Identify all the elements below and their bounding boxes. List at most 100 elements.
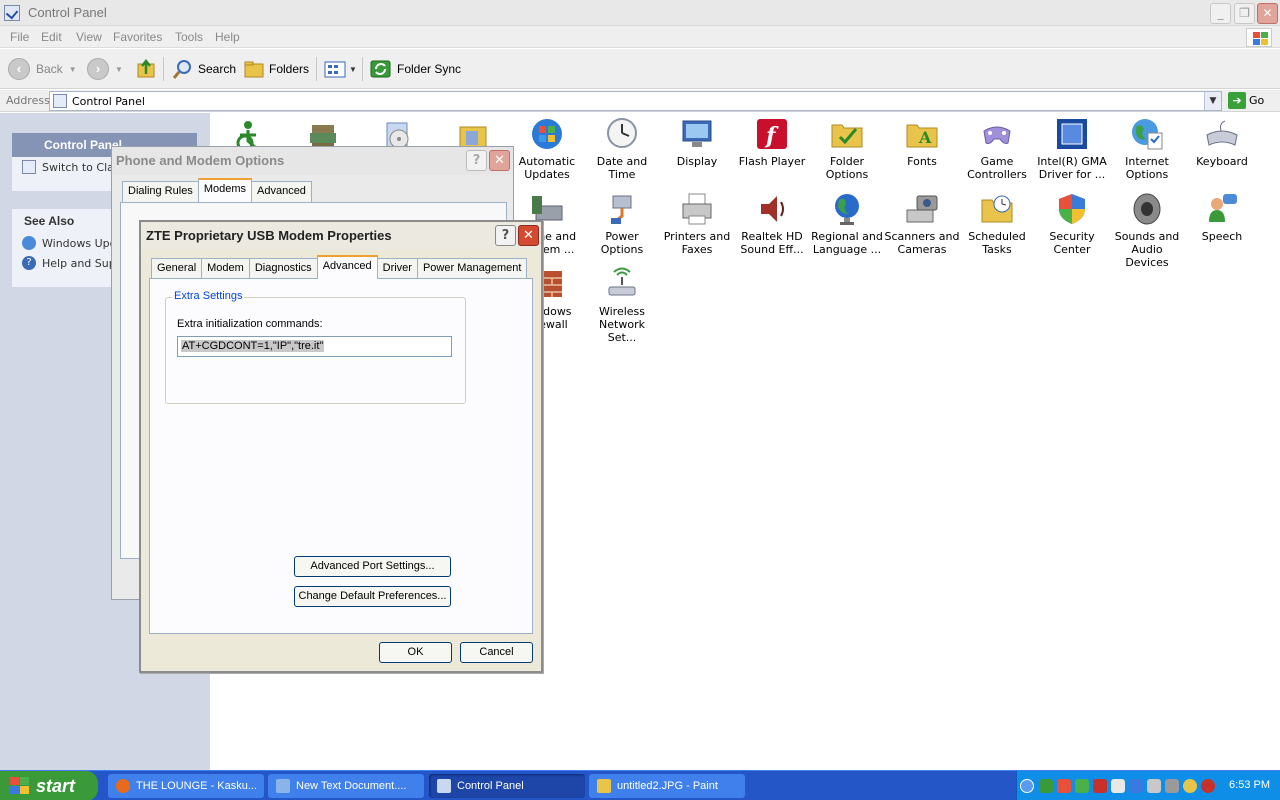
tray-volume-icon[interactable] (1165, 779, 1179, 793)
printers-faxes-label: Printers and Faxes (663, 230, 731, 256)
tray-app-icon[interactable] (1129, 779, 1143, 793)
change-default-preferences-button[interactable]: Change Default Preferences... (294, 586, 451, 607)
tab-driver[interactable]: Driver (376, 258, 418, 279)
cancel-button[interactable]: Cancel (460, 642, 533, 663)
taskbar-item-paint[interactable]: untitled2.JPG - Paint (589, 774, 745, 798)
taskbar-item-notepad[interactable]: New Text Document.... (268, 774, 424, 798)
automatic-updates-item[interactable]: Automatic Updates (509, 117, 585, 181)
tab-general[interactable]: General (151, 258, 203, 279)
internet-options-item[interactable]: Internet Options (1109, 117, 1185, 181)
wireless-network-item[interactable]: Wireless Network Set... (584, 267, 660, 344)
go-button[interactable]: ➔ Go (1228, 92, 1264, 109)
shield-icon (1059, 194, 1085, 224)
phone-dialog-help-button[interactable]: ? (466, 150, 487, 171)
extra-init-label: Extra initialization commands: (177, 318, 323, 330)
fonts-item[interactable]: A Fonts (884, 117, 960, 168)
taskbar-item-control-panel[interactable]: Control Panel (429, 774, 585, 798)
tab-power-management[interactable]: Power Management (416, 258, 528, 279)
tab-advanced[interactable]: Advanced (251, 181, 312, 202)
forward-arrow-icon: › (87, 58, 109, 80)
tray-shield-icon[interactable] (1093, 779, 1107, 793)
menu-file[interactable]: File (10, 30, 29, 44)
folder-options-item[interactable]: Folder Options (809, 117, 885, 181)
menu-favorites[interactable]: Favorites (113, 30, 162, 44)
tray-app-icon[interactable] (1183, 779, 1197, 793)
fonts-folder-icon: A (906, 124, 938, 148)
tray-app-icon[interactable] (1057, 779, 1071, 793)
menu-edit[interactable]: Edit (41, 30, 62, 44)
modem-dialog-titlebar: ZTE Proprietary USB Modem Properties ? ✕ (141, 222, 541, 250)
toolbar-separator (316, 57, 317, 81)
minimize-button[interactable]: _ (1210, 3, 1231, 24)
tray-app-icon[interactable] (1111, 779, 1125, 793)
start-button[interactable]: start (0, 771, 98, 800)
forward-dropdown-icon[interactable]: ▼ (115, 65, 123, 74)
phone-dialog-tabs: Dialing Rules Modems Advanced (122, 178, 312, 203)
tray-expand-icon[interactable] (1020, 779, 1034, 793)
extra-init-value: AT+CGDCONT=1,"IP","tre.it" (181, 340, 325, 352)
folder-sync-icon (370, 60, 391, 78)
modem-dialog-help-button[interactable]: ? (495, 225, 516, 246)
ok-button[interactable]: OK (379, 642, 452, 663)
sounds-audio-item[interactable]: Sounds and Audio Devices (1109, 192, 1185, 269)
menu-tools[interactable]: Tools (175, 30, 203, 44)
phone-dialog-close-button[interactable]: ✕ (489, 150, 510, 171)
tray-network-icon[interactable] (1039, 779, 1053, 793)
globe-icon (835, 194, 859, 225)
modem-dialog-tabs: General Modem Diagnostics Advanced Drive… (151, 255, 528, 280)
tray-app-icon[interactable] (1147, 779, 1161, 793)
internet-options-label: Internet Options (1125, 155, 1169, 181)
intel-gma-item[interactable]: Intel(R) GMA Driver for ... (1034, 117, 1110, 181)
folder-sync-button[interactable]: Folder Sync (370, 57, 461, 81)
speech-item[interactable]: Speech (1184, 192, 1260, 243)
flash-player-item[interactable]: f Flash Player (734, 117, 810, 168)
control-panel-app-icon (4, 5, 20, 21)
display-item[interactable]: Display (659, 117, 735, 168)
views-icon (324, 61, 346, 78)
back-dropdown-icon[interactable]: ▼ (69, 65, 77, 74)
up-folder-button[interactable] (136, 57, 158, 81)
realtek-sound-item[interactable]: Realtek HD Sound Eff... (734, 192, 810, 256)
sounds-audio-label: Sounds and Audio Devices (1114, 230, 1180, 269)
tab-advanced[interactable]: Advanced (316, 255, 378, 279)
extra-init-input[interactable]: AT+CGDCONT=1,"IP","tre.it" (177, 336, 452, 357)
forward-button[interactable]: › ▼ (87, 57, 123, 81)
address-field[interactable]: Control Panel ▼ (49, 91, 1222, 111)
taskbar-item-lounge[interactable]: THE LOUNGE - Kasku... (108, 774, 264, 798)
tab-dialing-rules[interactable]: Dialing Rules (122, 181, 199, 202)
modem-dialog-close-button[interactable]: ✕ (518, 225, 539, 246)
folders-button[interactable]: Folders (243, 57, 309, 81)
regional-language-item[interactable]: Regional and Language ... (809, 192, 885, 256)
tab-modems[interactable]: Modems (197, 178, 252, 202)
keyboard-item[interactable]: Keyboard (1184, 117, 1260, 168)
tray-app-icon[interactable] (1075, 779, 1089, 793)
printers-faxes-item[interactable]: Printers and Faxes (659, 192, 735, 256)
tab-diagnostics[interactable]: Diagnostics (248, 258, 318, 279)
security-center-item[interactable]: Security Center (1034, 192, 1110, 256)
svg-text:A: A (918, 128, 932, 147)
folder-sync-label: Folder Sync (397, 62, 462, 76)
maximize-button[interactable]: ❐ (1234, 3, 1255, 24)
search-button[interactable]: Search (172, 57, 236, 81)
scanners-cameras-item[interactable]: Scanners and Cameras (884, 192, 960, 256)
flash-player-label: Flash Player (738, 155, 806, 168)
advanced-port-settings-button[interactable]: Advanced Port Settings... (294, 556, 451, 577)
close-button[interactable]: ✕ (1257, 3, 1278, 24)
game-controllers-item[interactable]: Game Controllers (959, 117, 1035, 181)
automatic-updates-label: Automatic Updates (518, 155, 576, 181)
folder-options-label: Folder Options (825, 155, 869, 181)
modem-properties-dialog: ZTE Proprietary USB Modem Properties ? ✕… (139, 220, 543, 673)
regional-language-label: Regional and Language ... (811, 230, 883, 256)
address-dropdown-icon[interactable]: ▼ (1204, 92, 1221, 110)
scheduled-tasks-item[interactable]: Scheduled Tasks (959, 192, 1035, 256)
back-button[interactable]: ‹ Back ▼ (8, 57, 77, 81)
date-and-time-label: Date and Time (596, 155, 648, 181)
date-and-time-item[interactable]: Date and Time (584, 117, 660, 181)
tab-modem[interactable]: Modem (201, 258, 250, 279)
power-options-item[interactable]: Power Options (584, 192, 660, 256)
menu-view[interactable]: View (76, 30, 102, 44)
menu-help[interactable]: Help (215, 30, 240, 44)
views-button[interactable]: ▼ (323, 57, 357, 81)
windows-update-icon (22, 236, 36, 250)
tray-app-icon[interactable] (1201, 779, 1215, 793)
